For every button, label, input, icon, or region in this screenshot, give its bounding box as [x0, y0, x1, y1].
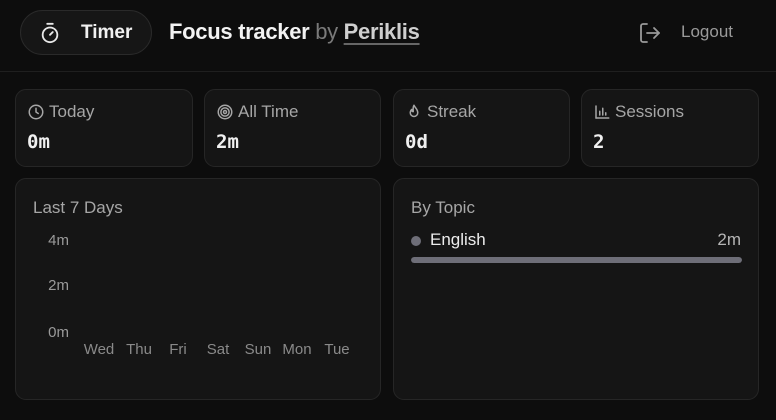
target-icon	[217, 104, 233, 120]
topic-value: 2m	[717, 230, 741, 249]
x-tick-label: Sat	[206, 341, 230, 358]
stat-label: All Time	[238, 102, 299, 121]
flame-icon	[409, 104, 419, 118]
timer-button-label: Timer	[81, 22, 133, 43]
stat-value: 0d	[405, 131, 428, 153]
page-title: Focus tracker by Periklis	[169, 19, 420, 45]
weekly-chart-card: Last 7 Days 4m 2m 0m Wed Thu Fri Sat Sun…	[15, 178, 381, 400]
stat-label: Today	[49, 102, 95, 121]
timer-button[interactable]: Timer	[20, 10, 152, 55]
stat-label: Sessions	[615, 102, 684, 121]
logout-button[interactable]: Logout	[638, 20, 748, 46]
app-header: Timer Focus tracker by Periklis Logout	[0, 0, 776, 72]
bar-chart-icon	[595, 105, 610, 119]
bar-layer	[16, 179, 382, 401]
x-tick-label: Tue	[324, 341, 350, 358]
x-tick-label: Thu	[126, 341, 152, 358]
stat-card-streak: Streak 0d	[393, 89, 570, 167]
x-tick-label: Mon	[282, 341, 312, 358]
author-link[interactable]: Periklis	[344, 19, 420, 44]
stat-value: 2	[593, 131, 605, 153]
x-tick-label: Wed	[83, 341, 115, 358]
topic-color-dot	[411, 236, 421, 246]
topic-name: English	[430, 230, 486, 249]
topic-progress-track	[411, 257, 742, 263]
x-tick-label: Sun	[244, 341, 272, 358]
stat-value: 2m	[216, 131, 239, 153]
logout-icon	[640, 23, 660, 43]
x-tick-label: Fri	[169, 341, 187, 358]
stopwatch-icon	[41, 22, 59, 44]
stat-card-sessions: Sessions 2	[581, 89, 759, 167]
stat-card-all-time: All Time 2m	[204, 89, 381, 167]
clock-icon	[28, 104, 44, 120]
title-by: by	[315, 19, 338, 44]
topic-card-title: By Topic	[411, 198, 475, 217]
stat-value: 0m	[27, 131, 50, 153]
app-name: Focus tracker	[169, 19, 310, 44]
topic-card: By Topic English 2m	[393, 178, 759, 400]
stat-label: Streak	[427, 102, 477, 121]
logout-label: Logout	[681, 22, 733, 41]
stat-card-today: Today 0m	[15, 89, 193, 167]
topic-progress-fill	[411, 257, 742, 263]
